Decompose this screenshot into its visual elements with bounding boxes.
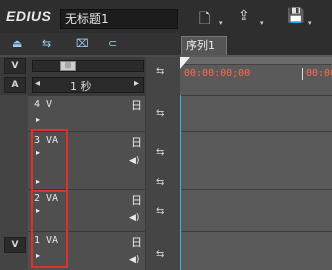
track-3-select[interactable] <box>0 131 28 189</box>
sync-icon[interactable]: ⇆ <box>156 147 164 158</box>
timecode-next: 00:00 <box>306 68 332 79</box>
zoom-slider-thumb[interactable]: ||| <box>60 61 76 71</box>
save-dropdown-arrow-icon[interactable]: ▾ <box>308 19 312 27</box>
tab-sequence-1[interactable]: 序列1 <box>181 36 227 55</box>
track-label-4v: 4 V <box>34 99 53 110</box>
group-mode-icon[interactable]: ⊂ <box>108 37 117 50</box>
zoom-slider[interactable] <box>32 60 144 72</box>
import-dropdown-arrow-icon[interactable]: ▾ <box>260 19 264 27</box>
timeline-lane-1va[interactable] <box>180 231 332 270</box>
project-name-field[interactable]: 无标题1 <box>60 9 178 29</box>
app-logo: EDIUS <box>6 8 52 24</box>
track-expand-icon[interactable]: ▸ <box>36 115 40 124</box>
timeline-toolbar <box>0 33 180 55</box>
ripple-mode-icon[interactable]: ⏏ <box>12 37 22 50</box>
timescale-value: 1 秒 <box>70 80 92 93</box>
new-project-icon[interactable]: 🗋 <box>199 8 210 32</box>
highlight-box-2va-1va <box>31 190 68 268</box>
sync-icon[interactable]: ⇆ <box>156 177 164 188</box>
highlight-box-3va <box>31 129 68 192</box>
sync-icon[interactable]: ⇆ <box>156 249 164 260</box>
track-2-select[interactable] <box>0 189 28 231</box>
speaker-icon[interactable]: ◀) <box>129 156 139 166</box>
playhead-line <box>180 95 181 270</box>
speaker-icon[interactable]: ◀) <box>129 255 139 265</box>
ruler-ticks <box>180 57 332 65</box>
save-icon[interactable]: 💾 <box>287 8 304 24</box>
sync-toggle-icon[interactable]: ⇆ <box>156 66 164 77</box>
ruler-major-tick <box>302 68 303 80</box>
video-track-icon[interactable]: 日 <box>131 192 142 208</box>
timecode-start: 00:00:00;00 <box>184 68 251 79</box>
video-lock-button[interactable]: V <box>4 58 26 74</box>
track-1-lock-button[interactable]: V <box>4 237 26 253</box>
insert-mode-icon[interactable]: ⌧ <box>76 37 89 50</box>
track-4-select[interactable] <box>0 95 28 131</box>
sync-icon[interactable]: ⇆ <box>156 206 164 217</box>
sync-mode-icon[interactable]: ⇆ <box>42 37 51 50</box>
import-icon[interactable]: ⇪ <box>238 8 250 24</box>
scale-left-arrow-icon[interactable]: ◂ <box>35 78 40 89</box>
sync-icon[interactable]: ⇆ <box>156 108 164 119</box>
speaker-icon[interactable]: ◀) <box>129 213 139 223</box>
new-dropdown-arrow-icon[interactable]: ▾ <box>219 19 223 27</box>
audio-lock-button[interactable]: A <box>4 77 26 93</box>
video-track-icon[interactable]: 日 <box>131 97 142 113</box>
scale-right-arrow-icon[interactable]: ▸ <box>134 78 139 89</box>
video-track-icon[interactable]: 日 <box>131 234 142 250</box>
timeline-lane-2va[interactable] <box>180 189 332 231</box>
timeline-lane-3va[interactable] <box>180 131 332 189</box>
timeline-lane-4v[interactable] <box>180 95 332 131</box>
video-track-icon[interactable]: 日 <box>131 134 142 150</box>
